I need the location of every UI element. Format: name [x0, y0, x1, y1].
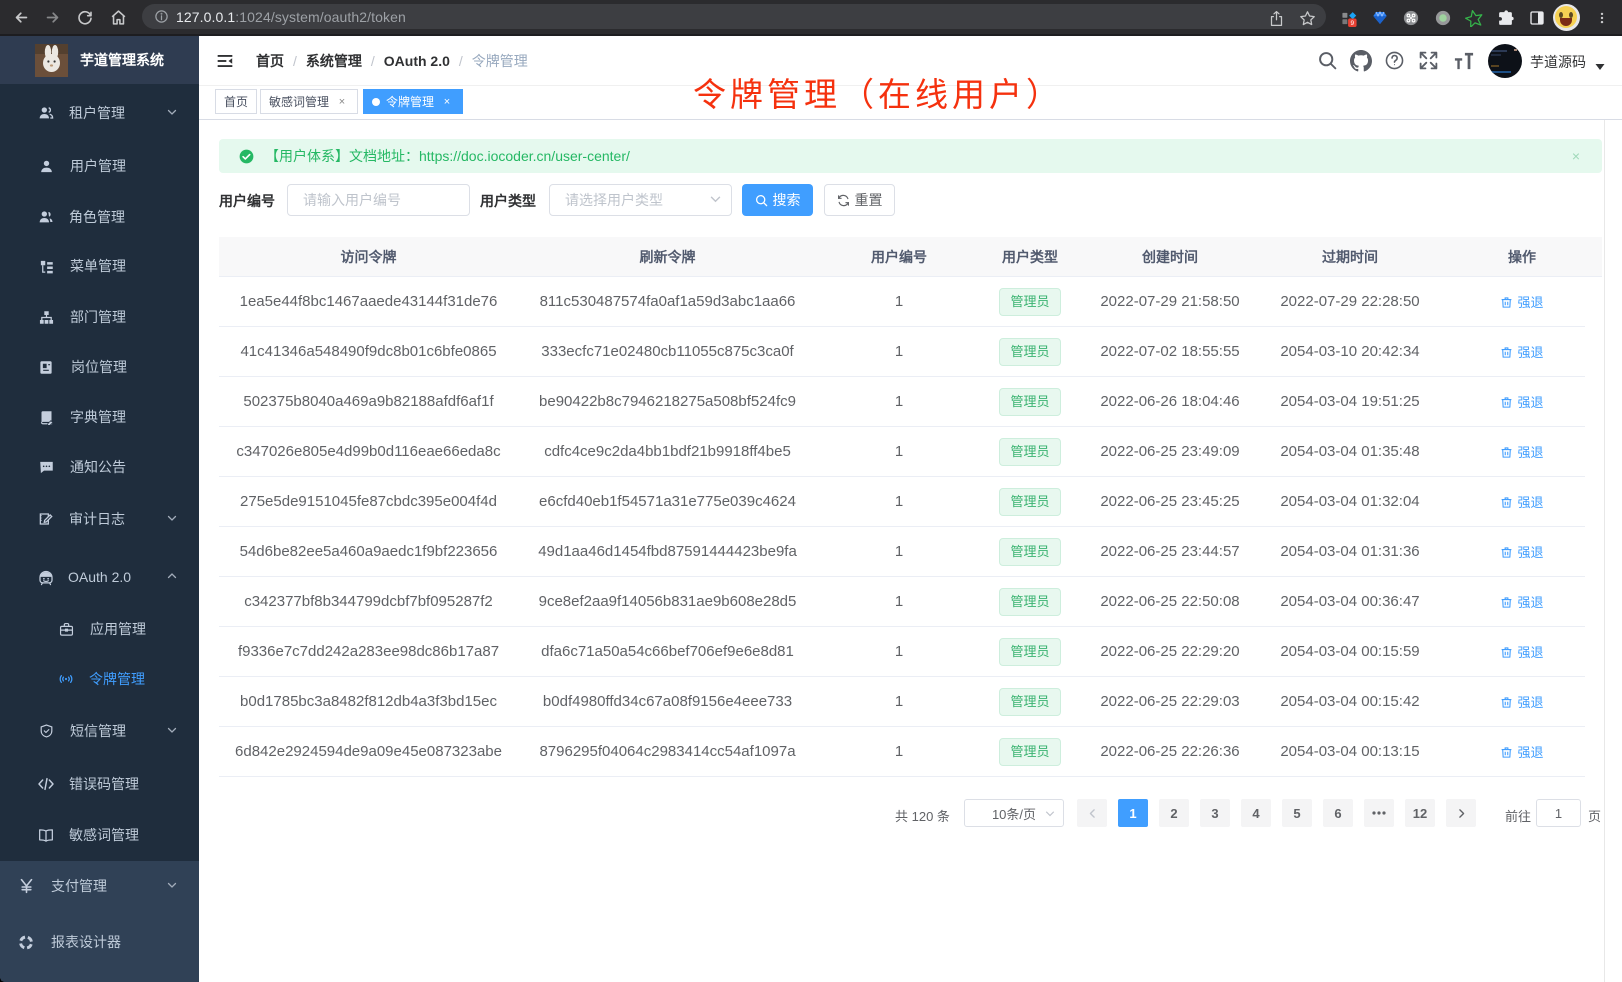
svg-text:9: 9 [1350, 20, 1354, 27]
